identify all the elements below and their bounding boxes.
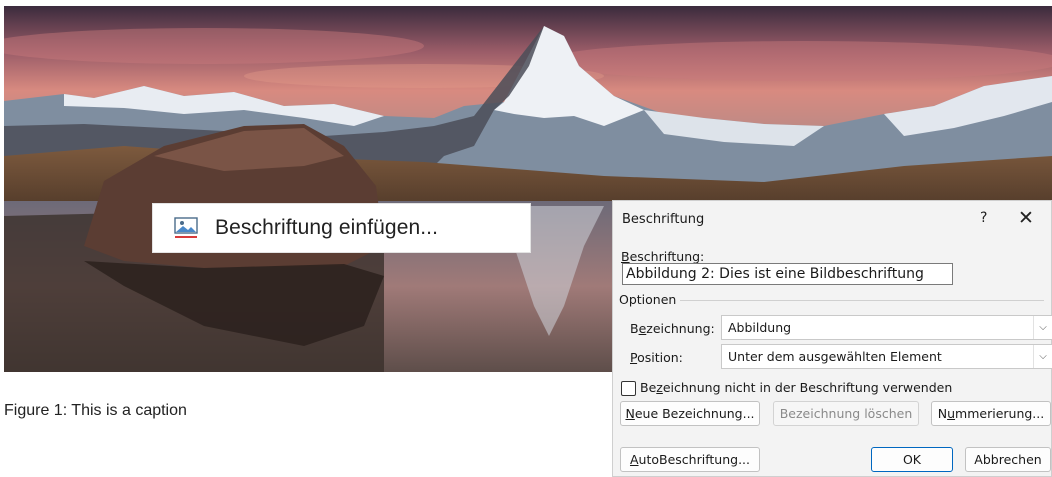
caption-input[interactable]: Abbildung 2: Dies ist eine Bildbeschrift… xyxy=(622,263,953,285)
options-group-label: Optionen xyxy=(619,292,677,307)
numbering-button[interactable]: Nu mmerierung... xyxy=(931,401,1051,426)
designation-value: Abbildung xyxy=(728,320,792,335)
help-button[interactable]: ? xyxy=(980,210,987,226)
close-button[interactable]: ✕ xyxy=(1018,207,1034,229)
exclude-label-checkbox-text: Bezeichnung nicht in der Beschriftung ve… xyxy=(640,380,953,395)
position-select[interactable]: Unter dem ausgewählten Element ⌵ xyxy=(721,344,1052,369)
dialog-title: Beschriftung xyxy=(622,212,705,227)
position-value: Unter dem ausgewählten Element xyxy=(728,349,942,364)
ok-button[interactable]: OK xyxy=(871,447,953,472)
insert-caption-label: Beschriftung einfügen... xyxy=(215,216,439,239)
figure-caption: Figure 1: This is a caption xyxy=(4,402,187,419)
chevron-down-icon[interactable]: ⌵ xyxy=(1033,345,1052,368)
autocaption-button[interactable]: AutoBeschriftung... xyxy=(620,447,760,472)
new-label-button[interactable]: Neue Bezeichnung... xyxy=(620,401,760,426)
insert-caption-menu-item[interactable]: Beschriftung einfügen... xyxy=(152,203,531,253)
designation-select[interactable]: Abbildung ⌵ xyxy=(721,315,1052,340)
caption-field-label: Beschriftung: xyxy=(621,249,705,264)
exclude-label-checkbox[interactable] xyxy=(621,381,636,396)
dialog-titlebar: Beschriftung ? ✕ xyxy=(613,201,1051,237)
position-label: Position: xyxy=(630,350,683,365)
chevron-down-icon[interactable]: ⌵ xyxy=(1033,316,1052,339)
options-group-divider xyxy=(680,300,1044,301)
caption-dialog: Beschriftung ? ✕ Beschriftung: Abbildung… xyxy=(612,200,1052,477)
designation-label: Bezeichnung: xyxy=(630,321,715,336)
delete-label-button[interactable]: Bezeichnung löschen xyxy=(773,401,919,426)
cancel-button[interactable]: Abbrechen xyxy=(965,447,1051,472)
picture-caption-icon xyxy=(174,217,198,239)
